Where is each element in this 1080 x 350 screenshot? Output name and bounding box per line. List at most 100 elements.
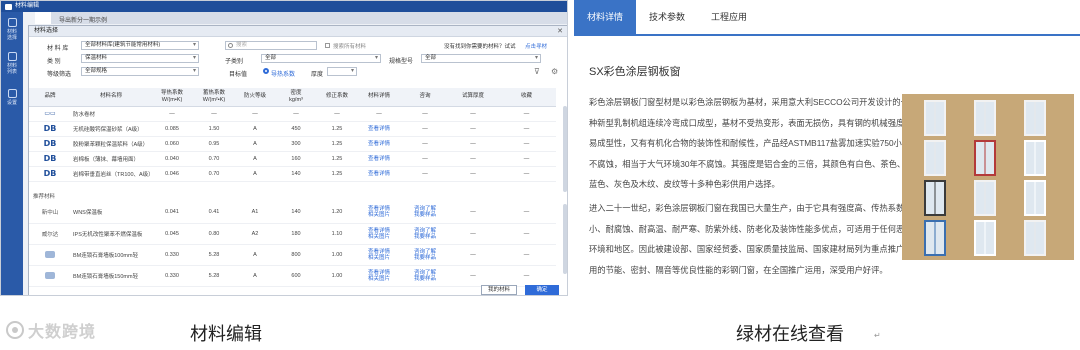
- sidebar-item-select[interactable]: 材料 选择: [1, 12, 23, 46]
- subcategory-select[interactable]: 全部: [261, 54, 381, 63]
- table-scrollbar[interactable]: [563, 106, 567, 192]
- cell-factor: 1.25: [317, 136, 357, 152]
- cell-s: 0.80: [193, 223, 235, 245]
- cell-detail[interactable]: 查看详情 相关图片: [357, 265, 401, 287]
- cell-fire: A2: [235, 223, 275, 245]
- column-header[interactable]: 材料详情: [357, 88, 401, 107]
- column-header[interactable]: 咨询: [401, 88, 449, 107]
- grade-label: 等级筛选: [47, 72, 72, 78]
- cell-name: WNS保温板: [71, 202, 151, 224]
- cell-detail[interactable]: 查看详情: [357, 121, 401, 137]
- grade-select[interactable]: 全部规格: [81, 67, 199, 76]
- search-all-checkbox[interactable]: [325, 43, 330, 48]
- cell-detail[interactable]: 查看详情: [357, 166, 401, 182]
- window-sample-icon: [1024, 180, 1046, 216]
- cell-calc: —: [449, 106, 497, 122]
- tab-current[interactable]: [35, 12, 51, 24]
- library-select[interactable]: 全部材料库(建筑节能常用材料): [81, 41, 199, 50]
- target-radio-conductivity[interactable]: [263, 68, 269, 74]
- cell-name: 岩棉板（薄抹、幕墙用面）: [71, 151, 151, 167]
- cell-brand: DB: [29, 121, 71, 137]
- cell-fire: A: [235, 166, 275, 182]
- cell-calc: —: [449, 202, 497, 224]
- target-label: 目标值: [229, 72, 248, 78]
- cell-ask[interactable]: 咨询了解 我要样品: [401, 223, 449, 245]
- cell-ask[interactable]: 咨询了解 我要样品: [401, 202, 449, 224]
- cell-density: 300: [275, 136, 317, 152]
- window-sample-icon: [924, 100, 946, 136]
- tab-engineering-application[interactable]: 工程应用: [698, 0, 760, 34]
- cell-factor: 1.00: [317, 265, 357, 287]
- description-line: 种新型乳制机组连续冷弯成口成型，基材不受热变形，表面无损伤，具有钢的机械强度和: [589, 117, 913, 128]
- cell-calc: —: [449, 223, 497, 245]
- cell-detail[interactable]: 查看详情 相关图片: [357, 202, 401, 224]
- find-material-link[interactable]: 点击寻材: [525, 42, 547, 50]
- window-sample-icon: [974, 140, 996, 176]
- table-row[interactable]: DB 岩棉板（薄抹、幕墙用面） 0.040 0.70 A 160 1.25 查看详情 — — —: [29, 151, 556, 167]
- column-header[interactable]: 收藏: [497, 88, 556, 107]
- cell-s: 0.95: [193, 136, 235, 152]
- thickness-label: 厚度: [311, 72, 324, 78]
- caption-left: 材料编辑: [190, 324, 262, 345]
- column-header[interactable]: 防火等级: [235, 88, 275, 107]
- cell-calc: —: [449, 244, 497, 266]
- cell-k: 0.330: [151, 265, 193, 287]
- cell-ask: —: [401, 151, 449, 167]
- table-row[interactable]: BM连锁石膏墙板100mm轻 0.330 5.28 A 800 1.00 查看详情 相关图片…: [29, 244, 556, 266]
- column-header[interactable]: 修正系数: [317, 88, 357, 107]
- category-select[interactable]: 保温材料: [81, 54, 199, 63]
- sidebar-item-list[interactable]: 材料 列表: [1, 46, 23, 80]
- recommended-table: 新中山 WNS保温板 0.041 0.41 A1 140 1.20 查看详情 相关图片 咨询了解…: [29, 202, 556, 287]
- column-header[interactable]: 蓄热系数 W/(m²•K): [193, 88, 235, 107]
- column-header[interactable]: 品牌: [29, 88, 71, 107]
- table-row[interactable]: 威尔达 IPS无机改性聚苯不燃保温板 0.045 0.80 A2 180 1.10 查看详情 …: [29, 223, 556, 245]
- table-row[interactable]: ▭▭ 防水卷材 — — — — — — — — —: [29, 106, 556, 122]
- table-row[interactable]: DB 岩棉带垂直岩丝（TR100、A级） 0.046 0.70 A 140 1.25 查看详情…: [29, 166, 556, 182]
- cell-detail[interactable]: 查看详情: [357, 136, 401, 152]
- app-tabs: 导出新分一期示例: [35, 12, 567, 24]
- cell-name: BM连锁石膏墙板100mm轻: [71, 244, 151, 266]
- cell-brand: ▭▭: [29, 106, 71, 122]
- table-row[interactable]: 新中山 WNS保温板 0.041 0.41 A1 140 1.20 查看详情 相关图片 咨询了解…: [29, 202, 556, 224]
- column-header[interactable]: 试算厚度: [449, 88, 497, 107]
- tab-technical-params[interactable]: 技术参数: [636, 0, 698, 34]
- tab-example[interactable]: 导出新分一期示例: [51, 12, 115, 24]
- description-paragraph-2: 进入二十一世纪，彩色涂层钢板门窗在我国已大量生产，由于它具有强度高、传热系数 小、…: [589, 198, 921, 280]
- column-header[interactable]: 导热系数 W/(m•K): [151, 88, 193, 107]
- search-input[interactable]: 搜索: [225, 41, 317, 50]
- column-header[interactable]: 密度 kg/m³: [275, 88, 317, 107]
- search-all-label: 搜索所有材料: [333, 44, 367, 50]
- table-scrollbar[interactable]: [563, 204, 567, 274]
- app-sidebar: 材料 选择 材料 列表 设置: [1, 12, 23, 295]
- detail-tabs: 材料详情 技术参数 工程应用: [574, 0, 1080, 36]
- filter-icon[interactable]: ⊽: [534, 67, 540, 76]
- my-materials-button[interactable]: 我的材料: [481, 285, 517, 295]
- table-row[interactable]: BM连锁石膏墙板150mm轻 0.330 5.28 A 600 1.00 查看详情 相关图片…: [29, 265, 556, 287]
- cell-detail[interactable]: 查看详情 相关图片: [357, 244, 401, 266]
- cell-ask: —: [401, 166, 449, 182]
- cell-detail[interactable]: 查看详情 相关图片: [357, 223, 401, 245]
- description-line: 不腐蚀，相当于大气环境30年不腐蚀。其强度是铝合金的三倍，其颜色有白色、茶色、: [589, 158, 906, 169]
- thickness-select[interactable]: [327, 67, 357, 76]
- table-row[interactable]: DB 无机硅酸钙保温砂浆（A级） 0.085 1.50 A 450 1.25 查看详情 — — —: [29, 121, 556, 137]
- table-row[interactable]: DB 胶粉聚苯颗粒保温浆料（A级） 0.060 0.95 A 300 1.25 查看详情 — — —: [29, 136, 556, 152]
- cell-ask[interactable]: 咨询了解 我要样品: [401, 265, 449, 287]
- tab-material-details[interactable]: 材料详情: [574, 0, 637, 34]
- close-icon[interactable]: ✕: [557, 26, 563, 37]
- confirm-button[interactable]: 确定: [525, 285, 559, 295]
- cell-density: 140: [275, 166, 317, 182]
- cell-density: 140: [275, 202, 317, 224]
- cell-ask[interactable]: 咨询了解 我要样品: [401, 244, 449, 266]
- material-select-dialog: 材料选择 ✕ 材 料 库 全部材料库(建筑节能常用材料) 搜索 搜索所有材料 没…: [28, 25, 567, 295]
- description-line: 蓝色、灰色及木纹、皮纹等十多种色彩供用户选择。: [589, 179, 780, 189]
- cell-k: 0.085: [151, 121, 193, 137]
- window-sample-icon: [924, 140, 946, 176]
- material-table: 品牌 材料名称 导热系数 W/(m•K) 蓄热系数 W/(m²•K) 防火等级 密度 kg…: [29, 88, 556, 182]
- brand-thumbnail-icon: [45, 251, 55, 258]
- spec-select[interactable]: 全部: [421, 54, 541, 63]
- sidebar-item-settings[interactable]: 设置: [1, 80, 23, 114]
- cell-detail[interactable]: 查看详情: [357, 151, 401, 167]
- gear-icon[interactable]: ⚙: [551, 67, 558, 76]
- column-header[interactable]: 材料名称: [71, 88, 151, 107]
- app-title: 材料编辑: [15, 3, 40, 9]
